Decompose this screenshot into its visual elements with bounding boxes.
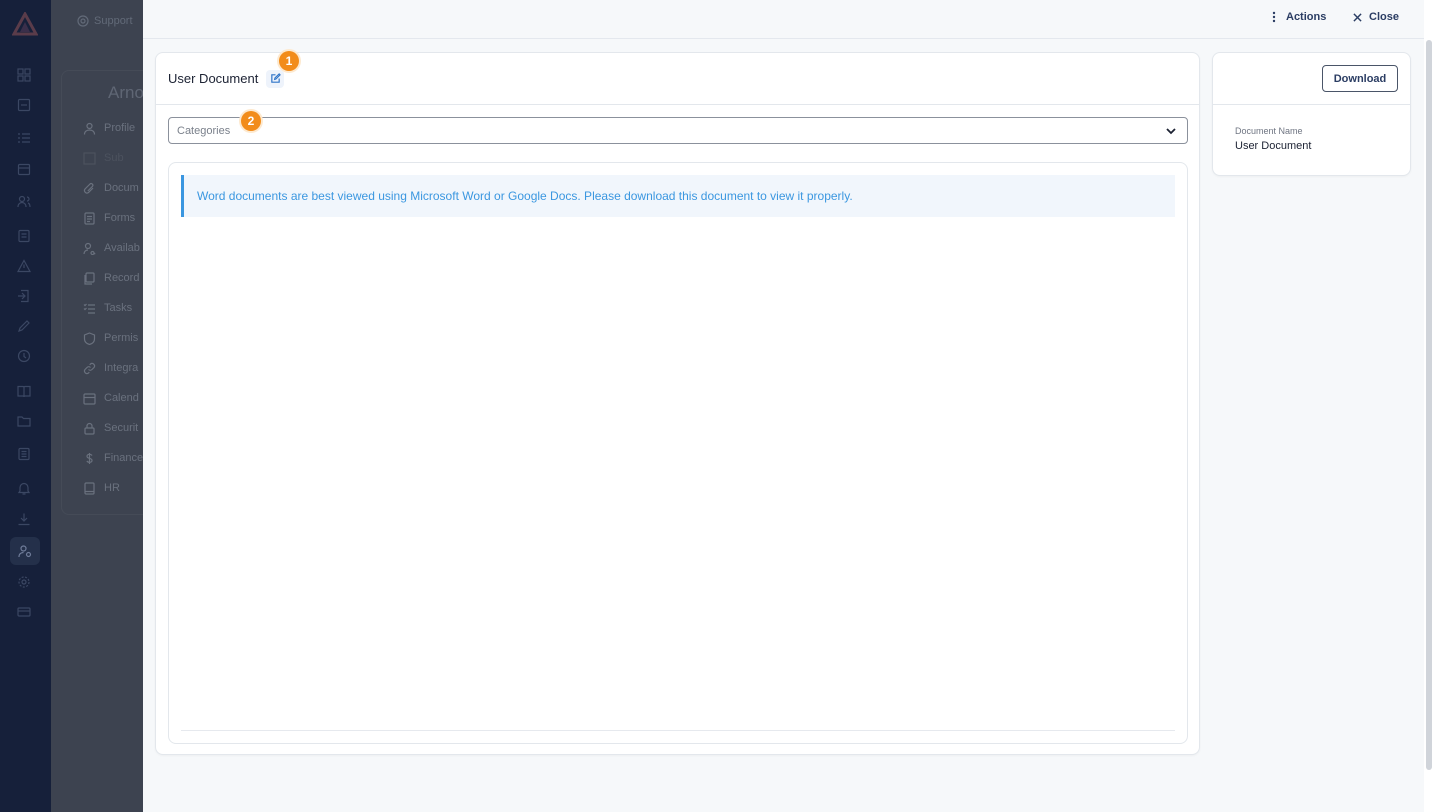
bg-nav-item-documents[interactable]: Docum bbox=[83, 180, 139, 196]
bg-nav-item-sub[interactable]: Sub bbox=[83, 150, 124, 166]
dollar-icon bbox=[86, 452, 93, 464]
word-document-notice: Word documents are best viewed using Mic… bbox=[181, 175, 1175, 217]
document-header: User Document bbox=[156, 53, 1199, 105]
download-button[interactable]: Download bbox=[1322, 65, 1398, 92]
close-button[interactable]: Close bbox=[1353, 11, 1399, 23]
book-icon bbox=[84, 481, 95, 495]
actions-button[interactable]: Actions bbox=[1269, 11, 1326, 23]
bg-nav-item-tasks[interactable]: Tasks bbox=[83, 300, 132, 316]
document-icon[interactable] bbox=[17, 229, 31, 243]
book-icon[interactable] bbox=[17, 384, 31, 398]
drawer-toolbar: Actions Close bbox=[143, 0, 1434, 39]
scrollbar[interactable] bbox=[1424, 0, 1434, 812]
step-badge-1: 1 bbox=[279, 51, 299, 71]
more-vertical-icon bbox=[1272, 11, 1276, 23]
app-sidebar-rail bbox=[0, 0, 51, 812]
bg-nav-item-permissions[interactable]: Permis bbox=[83, 330, 138, 346]
bg-nav-label: HR bbox=[104, 482, 120, 494]
notice-text: Word documents are best viewed using Mic… bbox=[197, 189, 853, 203]
bg-nav-item-forms[interactable]: Forms bbox=[83, 210, 135, 226]
background-page-title: Arno bbox=[108, 83, 143, 102]
bg-nav-item-hr[interactable]: HR bbox=[83, 480, 120, 496]
tasks-icon bbox=[83, 303, 95, 314]
support-label: Support bbox=[94, 15, 133, 27]
bg-nav-item-records[interactable]: Record bbox=[83, 270, 139, 286]
categories-select[interactable]: Categories bbox=[168, 117, 1188, 144]
close-label: Close bbox=[1369, 11, 1399, 23]
bg-nav-label: Docum bbox=[104, 182, 139, 194]
support-icon bbox=[77, 15, 89, 27]
export-icon[interactable] bbox=[17, 289, 31, 303]
users-icon[interactable] bbox=[17, 194, 31, 208]
chevron-down-icon bbox=[1166, 127, 1176, 134]
divider bbox=[181, 730, 1175, 731]
background-card bbox=[61, 70, 143, 515]
card-icon[interactable] bbox=[17, 605, 31, 619]
shield-icon bbox=[83, 331, 96, 345]
background-page: Support Arno Profile Sub Docum Forms Ava… bbox=[51, 0, 143, 812]
clock-icon[interactable] bbox=[17, 349, 31, 363]
app-logo-icon bbox=[12, 12, 38, 36]
form-icon bbox=[84, 211, 95, 225]
scrollbar-thumb[interactable] bbox=[1426, 40, 1432, 770]
list-icon[interactable] bbox=[17, 131, 31, 145]
bg-nav-label: Forms bbox=[104, 212, 136, 224]
bg-nav-label: Integra bbox=[104, 362, 139, 374]
bg-nav-item-integrations[interactable]: Integra bbox=[83, 360, 138, 376]
bg-nav-label: Availab bbox=[104, 242, 140, 254]
lock-icon bbox=[84, 422, 95, 435]
user-search-icon bbox=[83, 242, 96, 255]
document-info-card: Download Document Name User Document bbox=[1212, 52, 1411, 176]
pen-icon[interactable] bbox=[17, 319, 31, 333]
calendar-icon bbox=[83, 392, 96, 405]
bg-nav-item-availability[interactable]: Availab bbox=[83, 240, 140, 256]
user-settings-icon[interactable] bbox=[10, 537, 40, 565]
edit-title-button[interactable] bbox=[266, 69, 285, 88]
grid-icon bbox=[83, 151, 96, 165]
document-name-label: Document Name bbox=[1235, 126, 1303, 136]
checklist-icon[interactable] bbox=[17, 98, 31, 112]
bg-nav-label: Finance bbox=[104, 452, 143, 464]
support-link[interactable]: Support bbox=[77, 15, 133, 27]
edit-icon bbox=[271, 73, 281, 83]
document-card: User Document Categories Word documents … bbox=[155, 52, 1200, 755]
document-viewer: Word documents are best viewed using Mic… bbox=[168, 162, 1188, 744]
link-icon bbox=[83, 362, 96, 374]
bg-nav-label: Securit bbox=[104, 422, 139, 434]
warning-icon[interactable] bbox=[17, 259, 31, 273]
bg-nav-item-profile[interactable]: Profile bbox=[83, 120, 135, 136]
dashboard-icon[interactable] bbox=[17, 68, 31, 82]
notes-icon[interactable] bbox=[17, 447, 31, 461]
bg-nav-label: Tasks bbox=[104, 302, 133, 314]
gear-icon[interactable] bbox=[17, 575, 31, 589]
document-name-value: User Document bbox=[1235, 140, 1312, 152]
bg-nav-label: Permis bbox=[104, 332, 139, 344]
bg-nav-label: Profile bbox=[104, 122, 136, 134]
bg-nav-label: Record bbox=[104, 272, 140, 284]
user-icon bbox=[83, 122, 96, 135]
document-title: User Document bbox=[168, 71, 259, 86]
download-icon[interactable] bbox=[17, 512, 31, 526]
categories-placeholder: Categories bbox=[177, 124, 231, 137]
bg-nav-item-calendar[interactable]: Calend bbox=[83, 390, 139, 406]
bg-nav-item-security[interactable]: Securit bbox=[83, 420, 138, 436]
folder-icon[interactable] bbox=[17, 414, 31, 428]
bell-icon[interactable] bbox=[17, 481, 31, 495]
records-icon bbox=[84, 271, 95, 285]
actions-label: Actions bbox=[1286, 11, 1327, 23]
bg-nav-item-finance[interactable]: Finance bbox=[83, 450, 143, 466]
step-badge-2: 2 bbox=[241, 111, 261, 131]
paperclip-icon bbox=[83, 182, 94, 194]
calendar-icon[interactable] bbox=[17, 162, 31, 176]
bg-nav-label: Calend bbox=[104, 392, 139, 404]
bg-nav-label: Sub bbox=[104, 152, 124, 164]
info-header: Download bbox=[1213, 53, 1410, 105]
document-drawer: Actions Close User Document Categories W… bbox=[143, 0, 1434, 812]
close-icon bbox=[1353, 12, 1362, 22]
